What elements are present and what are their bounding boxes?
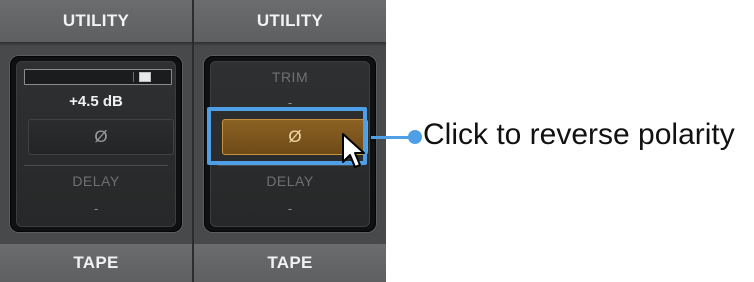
delay-label: DELAY: [266, 173, 314, 189]
callout-line: [371, 136, 413, 139]
mouse-pointer-icon: [342, 133, 365, 168]
strip-2-footer-label: TAPE: [267, 253, 313, 272]
delay-label: DELAY: [72, 173, 120, 189]
gain-slider-thumb[interactable]: [139, 72, 151, 82]
polarity-button[interactable]: Ø: [28, 119, 174, 155]
strip-2-footer: TAPE: [194, 244, 386, 282]
strip-1-header-label: UTILITY: [62, 11, 130, 30]
trim-label: TRIM: [271, 69, 309, 85]
strip-1-footer: TAPE: [0, 244, 192, 282]
callout-dot: [408, 130, 422, 144]
strip-2-header-label: UTILITY: [256, 11, 324, 30]
strip-1-footer-label: TAPE: [73, 253, 119, 272]
delay-value[interactable]: -: [210, 201, 370, 216]
strip-1-header: UTILITY: [0, 0, 192, 46]
gain-value: +4.5 dB: [69, 93, 123, 110]
gain-slider[interactable]: [24, 69, 172, 85]
strip-2-header: UTILITY: [194, 0, 386, 46]
callout-text: Click to reverse polarity: [423, 118, 735, 151]
delay-value[interactable]: -: [16, 201, 176, 216]
channel-strip-1: UTILITY +4.5 dB Ø DELAY - TAPE: [0, 0, 192, 282]
polarity-symbol: Ø: [94, 127, 108, 146]
utility-module-1: +4.5 dB Ø DELAY -: [10, 56, 182, 232]
